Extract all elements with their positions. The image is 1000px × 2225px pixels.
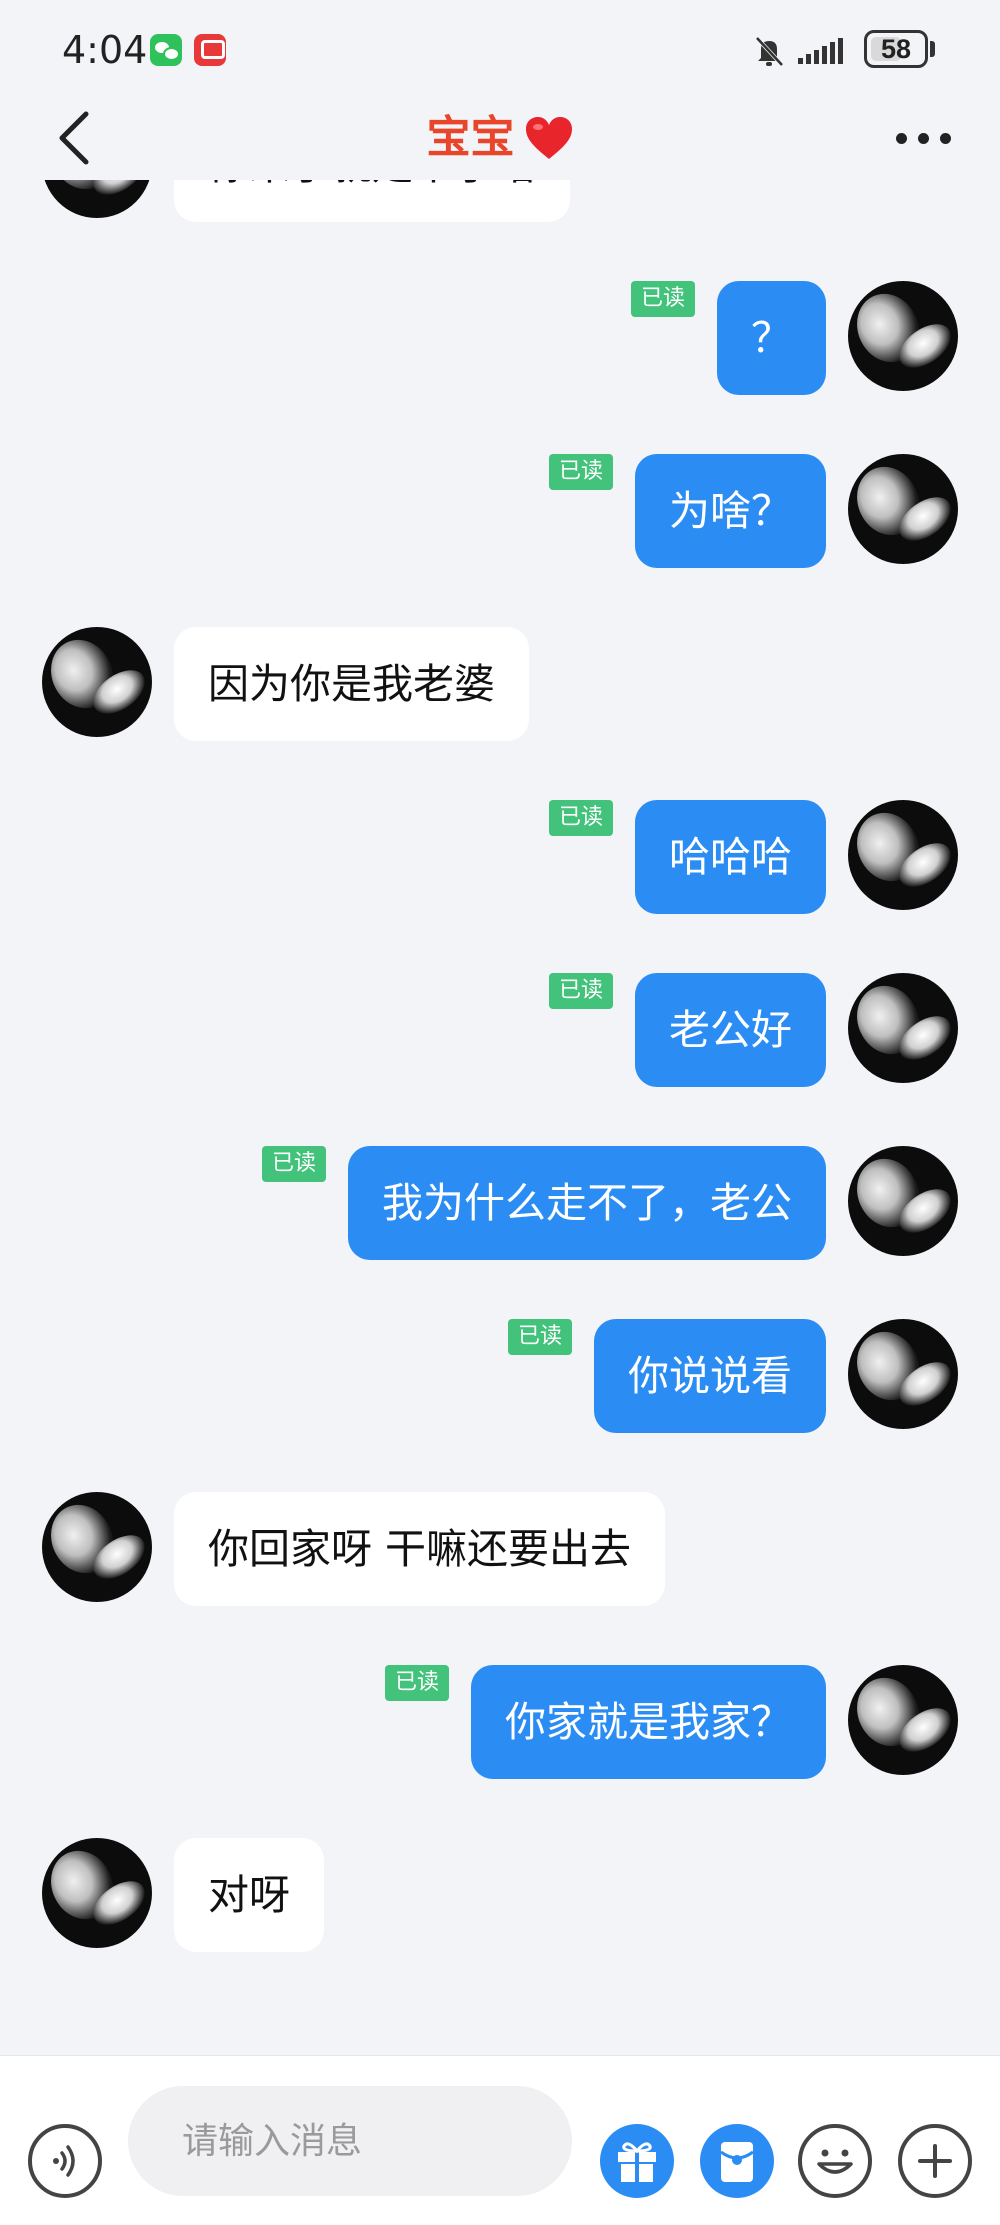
emoji-icon bbox=[817, 2149, 853, 2174]
message-bubble[interactable]: 你来了就走不了咯 bbox=[174, 180, 570, 222]
read-status-badge: 已读 bbox=[508, 1319, 573, 1355]
signal-icon bbox=[798, 38, 843, 64]
heart-icon bbox=[525, 117, 572, 159]
outgoing-message: 为啥？ 已读 bbox=[0, 454, 1000, 570]
voice-icon bbox=[53, 2145, 75, 2177]
my-avatar[interactable] bbox=[848, 1146, 958, 1256]
chat-header: 宝宝 bbox=[0, 100, 1000, 190]
my-avatar[interactable] bbox=[848, 973, 958, 1083]
message-list[interactable]: 你来了就走不了咯？已读为啥？已读因为你是我老婆哈哈哈已读老公好已读我为什么走不了… bbox=[0, 180, 1000, 2055]
contact-avatar[interactable] bbox=[42, 180, 152, 218]
plus-icon bbox=[918, 2144, 952, 2178]
my-avatar[interactable] bbox=[848, 281, 958, 391]
my-avatar[interactable] bbox=[848, 1319, 958, 1429]
outgoing-message: 哈哈哈 已读 bbox=[0, 800, 1000, 916]
outgoing-message: 老公好 已读 bbox=[0, 973, 1000, 1089]
status-bar: 4:04 58 bbox=[0, 0, 1000, 100]
message-input[interactable] bbox=[128, 2086, 572, 2196]
red-packet-icon bbox=[720, 2142, 754, 2182]
my-avatar[interactable] bbox=[848, 454, 958, 564]
read-status-badge: 已读 bbox=[549, 800, 614, 836]
outgoing-message: 你家就是我家？ 已读 bbox=[0, 1665, 1000, 1781]
incoming-message: 你回家呀 干嘛还要出去 bbox=[0, 1492, 1000, 1608]
read-status-badge: 已读 bbox=[631, 281, 696, 317]
input-bar bbox=[0, 2055, 1000, 2225]
message-bubble[interactable]: 你家就是我家？ bbox=[471, 1665, 826, 1779]
message-bubble[interactable]: 你回家呀 干嘛还要出去 bbox=[174, 1492, 666, 1606]
message-bubble[interactable]: 因为你是我老婆 bbox=[174, 627, 529, 741]
message-bubble[interactable]: 为啥？ bbox=[635, 454, 826, 568]
voice-button[interactable] bbox=[28, 2124, 102, 2198]
gift-button[interactable] bbox=[600, 2124, 674, 2198]
message-bubble[interactable]: 哈哈哈 bbox=[635, 800, 826, 914]
chat-title: 宝宝 bbox=[0, 100, 1000, 176]
my-avatar[interactable] bbox=[848, 1665, 958, 1775]
gift-icon bbox=[618, 2142, 656, 2182]
outgoing-message: 你说说看 已读 bbox=[0, 1319, 1000, 1435]
message-bubble[interactable]: 你说说看 bbox=[594, 1319, 826, 1433]
read-status-badge: 已读 bbox=[262, 1146, 327, 1182]
contact-avatar[interactable] bbox=[42, 1838, 152, 1948]
message-bubble[interactable]: 我为什么走不了，老公 bbox=[348, 1146, 826, 1260]
app-notification-icon bbox=[194, 34, 226, 66]
battery-text: 58 bbox=[880, 34, 912, 64]
message-bubble[interactable]: 对呀 bbox=[174, 1838, 324, 1952]
red-packet-button[interactable] bbox=[700, 2124, 774, 2198]
mute-icon bbox=[755, 36, 784, 67]
emoji-button[interactable] bbox=[798, 2124, 872, 2198]
chat-title-text: 宝宝 bbox=[426, 112, 515, 163]
outgoing-message: 我为什么走不了，老公 已读 bbox=[0, 1146, 1000, 1262]
wechat-icon bbox=[150, 34, 182, 66]
message-bubble[interactable]: ？ bbox=[717, 281, 826, 395]
incoming-message: 因为你是我老婆 bbox=[0, 627, 1000, 743]
read-status-badge: 已读 bbox=[385, 1665, 450, 1701]
battery-icon: 58 bbox=[864, 30, 928, 68]
plus-button[interactable] bbox=[898, 2124, 972, 2198]
incoming-message: 你来了就走不了咯 bbox=[0, 180, 1000, 224]
read-status-badge: 已读 bbox=[549, 973, 614, 1009]
contact-avatar[interactable] bbox=[42, 627, 152, 737]
incoming-message: 对呀 bbox=[0, 1838, 1000, 1954]
more-icon[interactable] bbox=[892, 120, 956, 156]
battery-cap bbox=[930, 41, 935, 57]
message-bubble[interactable]: 老公好 bbox=[635, 973, 826, 1087]
outgoing-message: ？ 已读 bbox=[0, 281, 1000, 397]
contact-avatar[interactable] bbox=[42, 1492, 152, 1602]
my-avatar[interactable] bbox=[848, 800, 958, 910]
read-status-badge: 已读 bbox=[549, 454, 614, 490]
status-time: 4:04 bbox=[62, 28, 148, 72]
